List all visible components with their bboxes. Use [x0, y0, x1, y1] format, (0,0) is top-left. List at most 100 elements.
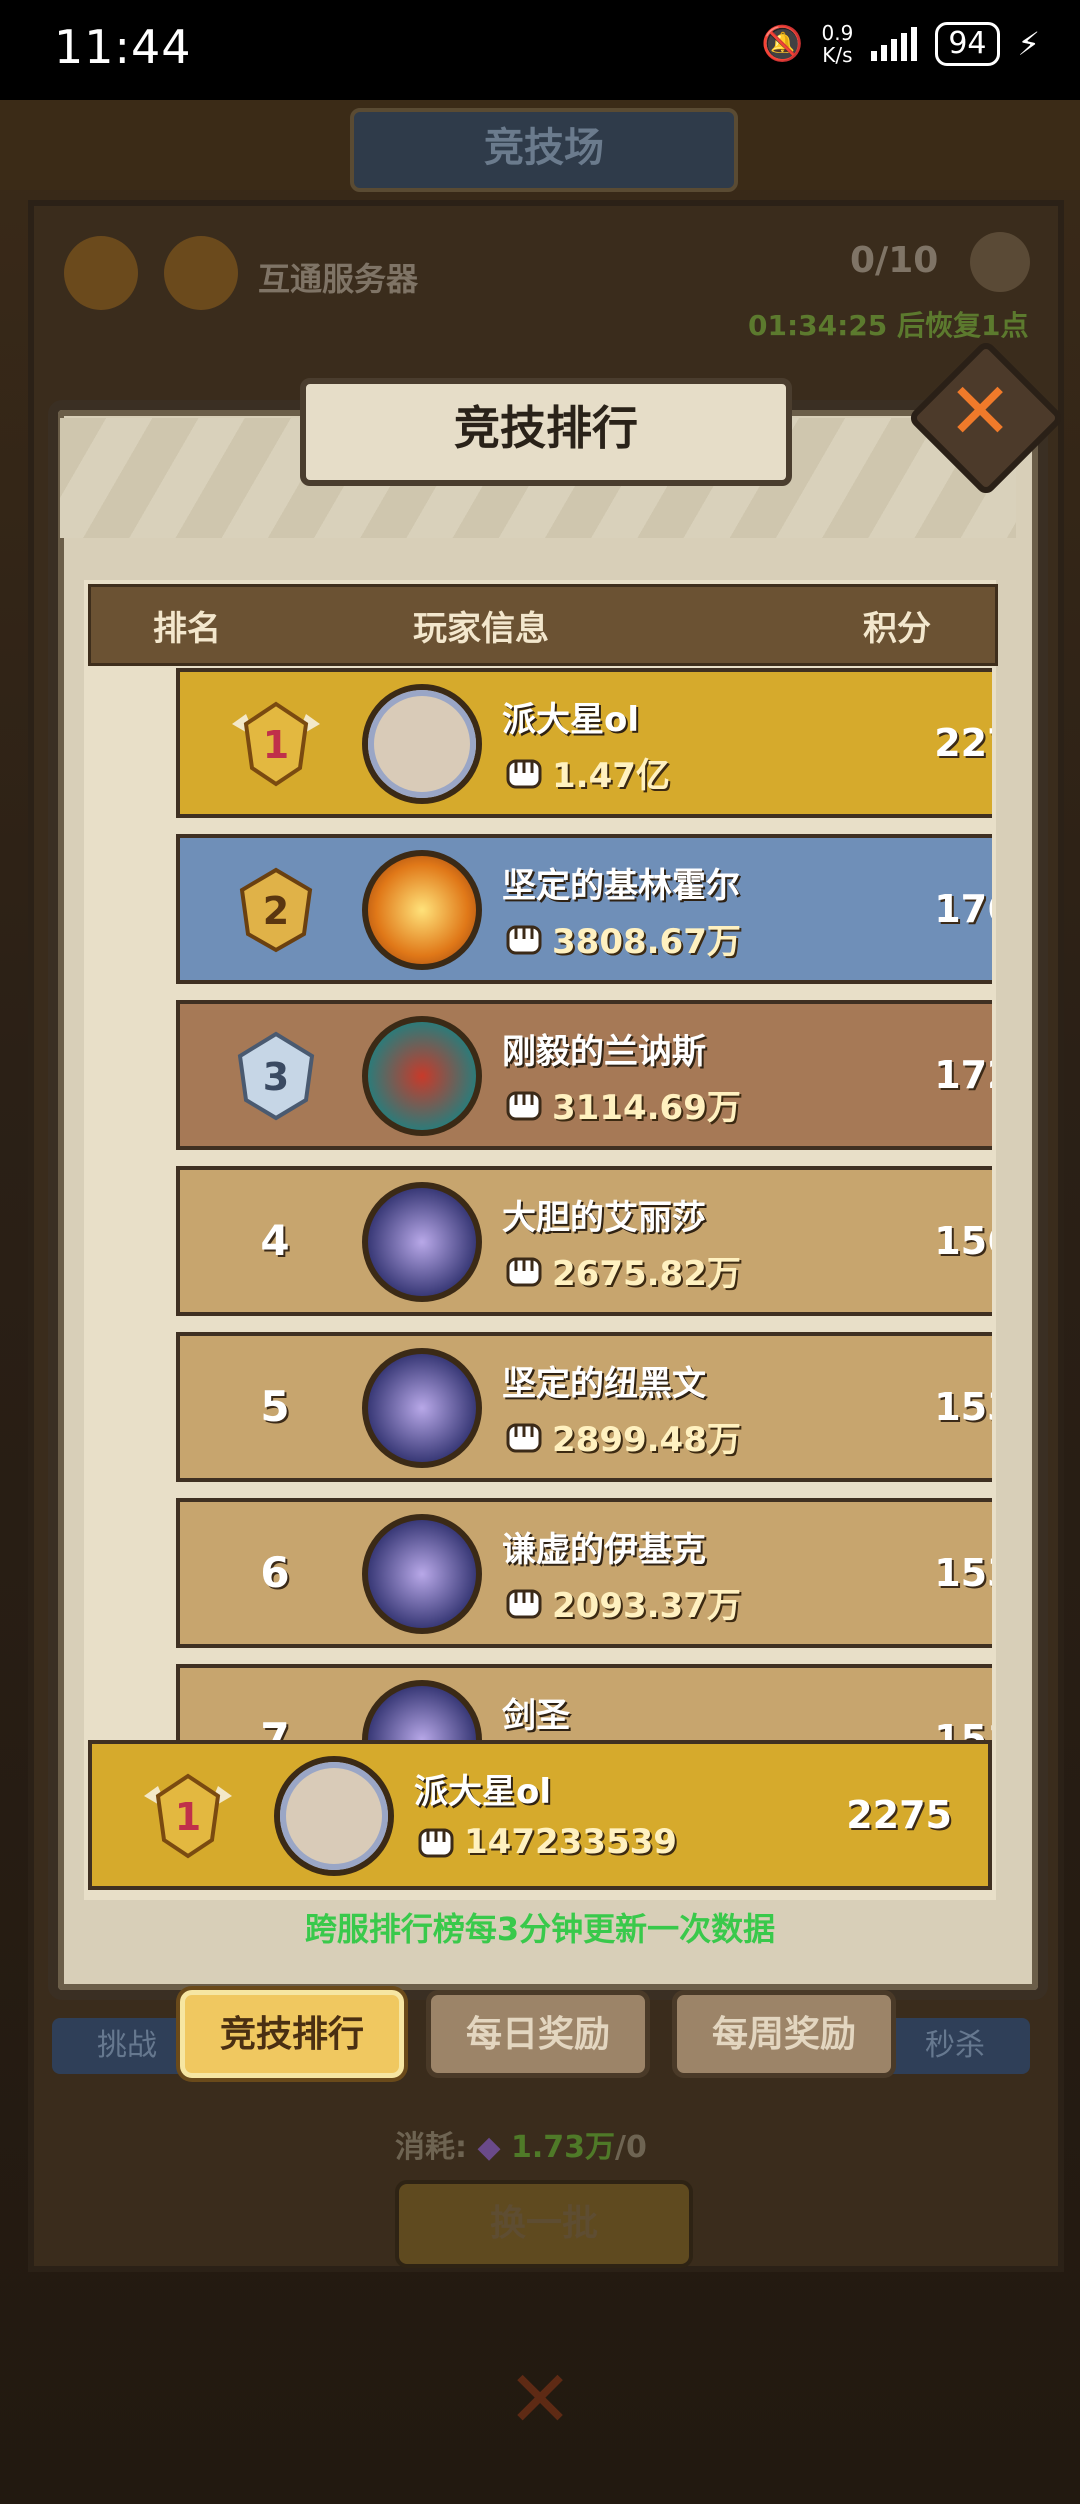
table-row[interactable]: 3 刚毅的兰讷斯 3114.69万 1722	[176, 1000, 992, 1150]
net-speed-unit: K/s	[822, 43, 853, 67]
avatar	[362, 1016, 482, 1136]
charging-icon: ⚡	[1017, 25, 1040, 63]
power-info: 3114.69万	[502, 1080, 741, 1129]
avatar	[362, 1348, 482, 1468]
net-speed: 0.9 K/s	[822, 22, 854, 66]
flash-kill-tab[interactable]: 秒杀	[880, 2018, 1030, 2074]
avatar	[274, 1756, 394, 1876]
cost-label: 消耗:	[395, 2130, 467, 2165]
fist-icon	[506, 925, 542, 954]
svg-text:1: 1	[175, 1795, 201, 1839]
tab-daily-reward[interactable]: 每日奖励	[426, 1990, 650, 2078]
power-info: 1.47亿	[502, 748, 670, 797]
power-value: 2899.48万	[552, 1420, 741, 1460]
table-row[interactable]: 6 谦虚的伊基克 2093.37万 1530	[176, 1498, 992, 1648]
mute-icon: 🔕	[761, 24, 804, 64]
battery-level: 94	[935, 22, 1000, 66]
table-row[interactable]: 5 坚定的纽黑文 2899.48万 1531	[176, 1332, 992, 1482]
header-player-info: 玩家信息	[413, 608, 549, 649]
fist-icon	[506, 1257, 542, 1286]
table-row[interactable]: 2 坚定的基林霍尔 3808.67万 1765	[176, 834, 992, 984]
rank-number: 5	[260, 1382, 290, 1431]
fist-icon	[506, 1589, 542, 1618]
fist-icon	[506, 1091, 542, 1120]
tab-ranking[interactable]: 竞技排行	[180, 1990, 404, 2078]
cost-suffix: /0	[615, 2130, 647, 2165]
avatar	[362, 1182, 482, 1302]
player-name: 坚定的纽黑文	[502, 1364, 706, 1404]
server-label: 互通服务器	[258, 260, 419, 298]
search-icon[interactable]	[164, 236, 238, 310]
gold-medal-icon: 1	[232, 701, 320, 787]
avatar	[362, 684, 482, 804]
table-row[interactable]: 1 派大星ol 1.47亿 2275	[176, 668, 992, 818]
svg-text:3: 3	[263, 1055, 289, 1099]
signal-icon	[871, 27, 918, 61]
svg-text:2: 2	[263, 889, 289, 933]
header-score: 积分	[863, 608, 931, 649]
rank-number: 4	[260, 1216, 290, 1265]
update-note: 跨服排行榜每3分钟更新一次数据	[304, 1910, 776, 1948]
header-rank: 排名	[153, 608, 221, 649]
score-value: 1565	[934, 1219, 992, 1263]
score-value: 1722	[934, 1053, 992, 1097]
rank-number: 6	[260, 1548, 290, 1597]
power-value: 2675.82万	[552, 1254, 741, 1294]
power-info: 2899.48万	[502, 1412, 741, 1461]
player-name: 刚毅的兰讷斯	[502, 1032, 706, 1072]
table-header: 排名 玩家信息 积分	[88, 584, 998, 666]
ranking-list[interactable]: 1 派大星ol 1.47亿 2275 2 坚定的基林霍尔 3808.67万 17…	[88, 668, 992, 1740]
power-value: 147233539	[464, 1822, 677, 1862]
recover-timer: 01:34:25 后恢复1点	[748, 309, 1029, 342]
cost-value: 1.73万	[510, 2130, 616, 2165]
power-info: 147233539	[414, 1820, 677, 1864]
silver-gold-medal-icon: 2	[239, 867, 313, 953]
avatar	[362, 850, 482, 970]
close-icon[interactable]: ✕	[930, 362, 1030, 462]
tab-weekly-reward[interactable]: 每周奖励	[672, 1990, 896, 2078]
fist-icon	[418, 1828, 454, 1858]
my-rank-row: 1 派大星ol 147233539 2275	[88, 1740, 992, 1890]
score-value: 2275	[846, 1793, 952, 1837]
player-name: 剑圣	[502, 1696, 570, 1736]
power-value: 1.47亿	[552, 756, 670, 796]
avatar	[362, 1680, 482, 1740]
svg-text:1: 1	[263, 723, 289, 767]
score-value: 1530	[934, 1551, 992, 1595]
fist-icon	[506, 759, 542, 788]
power-info: 2093.37万	[502, 1578, 741, 1627]
table-row[interactable]: 7 剑圣 1510	[176, 1664, 992, 1740]
fist-icon	[506, 1423, 542, 1452]
modal-tabs: 竞技排行 每日奖励 每周奖励	[180, 1990, 896, 2078]
power-info: 3808.67万	[502, 914, 741, 963]
gem-icon: ◆	[477, 2130, 501, 2165]
arena-title: 竞技场	[350, 108, 738, 192]
player-name: 坚定的基林霍尔	[502, 866, 740, 906]
cost-row: 消耗: ◆ 1.73万/0	[395, 2122, 647, 2166]
score-value: 2275	[934, 721, 992, 765]
ticket-count: 0/10	[850, 240, 939, 281]
alert-icon[interactable]	[64, 236, 138, 310]
add-ticket-button[interactable]	[970, 232, 1030, 292]
power-info: 2675.82万	[502, 1246, 741, 1295]
score-value: 1531	[934, 1385, 992, 1429]
silver-medal-icon: 3	[237, 1031, 315, 1121]
net-speed-value: 0.9	[821, 21, 854, 45]
status-icons: 🔕 0.9 K/s 94 ⚡	[761, 22, 1040, 66]
player-name: 大胆的艾丽莎	[502, 1198, 706, 1238]
score-value: 1765	[934, 887, 992, 931]
status-time: 11:44	[54, 20, 192, 74]
refresh-button[interactable]: 换一批	[395, 2180, 693, 2268]
player-name: 谦虚的伊基克	[502, 1530, 706, 1570]
player-name: 派大星ol	[414, 1772, 552, 1812]
player-name: 派大星ol	[502, 700, 640, 740]
score-value: 1510	[934, 1717, 992, 1740]
power-value: 3114.69万	[552, 1088, 741, 1128]
modal-title: 竞技排行	[300, 378, 792, 486]
table-row[interactable]: 4 大胆的艾丽莎 2675.82万 1565	[176, 1166, 992, 1316]
avatar	[362, 1514, 482, 1634]
rank-number: 7	[260, 1714, 290, 1740]
power-value: 3808.67万	[552, 922, 741, 962]
bottom-close-icon[interactable]: ✕	[500, 2360, 580, 2440]
power-value: 2093.37万	[552, 1586, 741, 1626]
